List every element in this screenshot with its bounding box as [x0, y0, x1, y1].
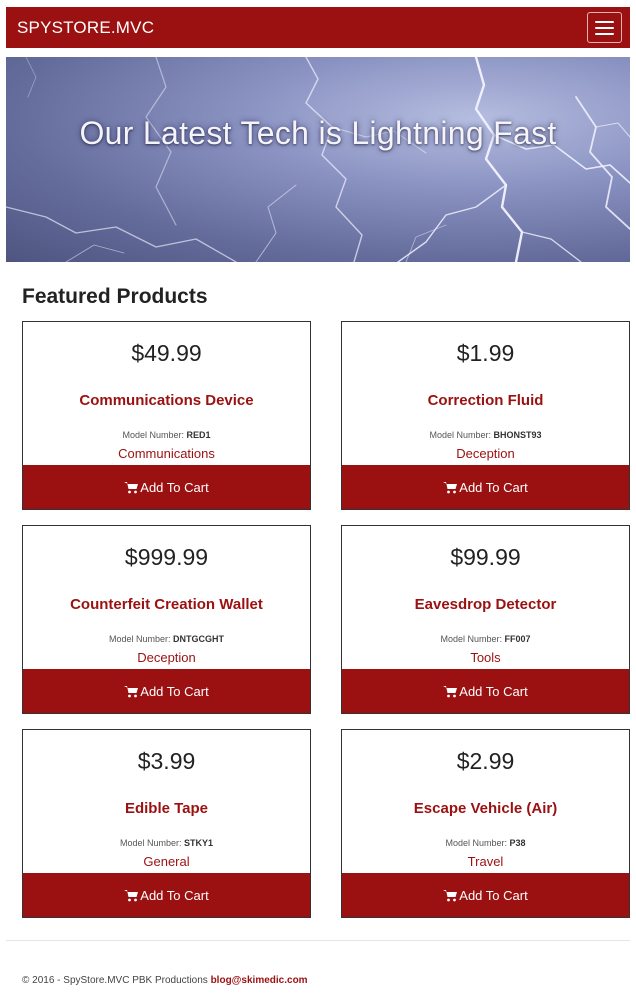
model-label: Model Number: [122, 430, 184, 440]
category-link[interactable]: Deception [23, 650, 310, 665]
shopping-cart-icon [124, 481, 139, 493]
product-name-link[interactable]: Correction Fluid [342, 392, 629, 409]
product-name-link[interactable]: Communications Device [23, 392, 310, 409]
lightning-background-image [6, 57, 630, 262]
shopping-cart-icon [443, 481, 458, 493]
add-to-cart-button[interactable]: Add To Cart [23, 669, 310, 713]
product-card: $999.99 Counterfeit Creation Wallet Mode… [22, 525, 311, 714]
product-name-link[interactable]: Edible Tape [23, 800, 310, 817]
model-number: Model Number: STKY1 [23, 838, 310, 848]
model-number: Model Number: RED1 [23, 430, 310, 440]
model-label: Model Number: [445, 838, 507, 848]
model-value: RED1 [186, 430, 211, 440]
model-label: Model Number: [429, 430, 491, 440]
brand-link[interactable]: SPYSTORE.MVC [17, 18, 154, 38]
product-price: $3.99 [137, 748, 196, 774]
product-name-link[interactable]: Eavesdrop Detector [342, 596, 629, 613]
product-price: $49.99 [131, 340, 202, 366]
add-to-cart-label: Add To Cart [140, 683, 209, 699]
category-link[interactable]: Travel [342, 854, 629, 869]
product-price: $1.99 [456, 340, 515, 366]
product-card: $99.99 Eavesdrop Detector Model Number: … [341, 525, 630, 714]
product-price: $99.99 [450, 544, 521, 570]
model-number: Model Number: FF007 [342, 634, 629, 644]
product-name-link[interactable]: Escape Vehicle (Air) [342, 800, 629, 817]
add-to-cart-label: Add To Cart [459, 887, 528, 903]
shopping-cart-icon [443, 889, 458, 901]
navbar: SPYSTORE.MVC [6, 7, 630, 48]
model-value: BHONST93 [493, 430, 542, 440]
hamburger-icon-bar [595, 20, 614, 23]
hamburger-icon-bar [595, 26, 614, 29]
add-to-cart-button[interactable]: Add To Cart [23, 465, 310, 509]
add-to-cart-label: Add To Cart [140, 887, 209, 903]
shopping-cart-icon [124, 889, 139, 901]
shopping-cart-icon [443, 685, 458, 697]
section-title: Featured Products [22, 285, 208, 308]
model-number: Model Number: P38 [342, 838, 629, 848]
footer-email-link[interactable]: blog@skimedic.com [211, 975, 308, 986]
model-value: DNTGCGHT [173, 634, 225, 644]
model-value: STKY1 [184, 838, 214, 848]
add-to-cart-button[interactable]: Add To Cart [342, 465, 629, 509]
model-number: Model Number: BHONST93 [342, 430, 629, 440]
hamburger-icon-bar [595, 32, 614, 35]
footer-divider [6, 940, 630, 941]
product-card: $1.99 Correction Fluid Model Number: BHO… [341, 321, 630, 510]
product-price: $999.99 [124, 544, 209, 570]
category-link[interactable]: Communications [23, 446, 310, 461]
footer-copyright: © 2016 - SpyStore.MVC PBK Productions [22, 975, 208, 986]
product-card: $49.99 Communications Device Model Numbe… [22, 321, 311, 510]
category-link[interactable]: General [23, 854, 310, 869]
hero-headline: Our Latest Tech is Lightning Fast [79, 115, 557, 151]
shopping-cart-icon [124, 685, 139, 697]
product-card: $3.99 Edible Tape Model Number: STKY1 Ge… [22, 729, 311, 918]
add-to-cart-label: Add To Cart [459, 683, 528, 699]
model-value: FF007 [504, 634, 531, 644]
hero-banner: Our Latest Tech is Lightning Fast [6, 57, 630, 262]
category-link[interactable]: Deception [342, 446, 629, 461]
product-price: $2.99 [456, 748, 515, 774]
add-to-cart-label: Add To Cart [459, 479, 528, 495]
menu-toggle-button[interactable] [587, 12, 622, 43]
product-name-link[interactable]: Counterfeit Creation Wallet [23, 596, 310, 613]
model-value: P38 [509, 838, 526, 848]
add-to-cart-button[interactable]: Add To Cart [342, 873, 629, 917]
product-card: $2.99 Escape Vehicle (Air) Model Number:… [341, 729, 630, 918]
add-to-cart-label: Add To Cart [140, 479, 209, 495]
model-label: Model Number: [108, 634, 171, 644]
footer: © 2016 - SpyStore.MVC PBK Productions bl… [22, 975, 308, 986]
model-number: Model Number: DNTGCGHT [23, 634, 310, 644]
add-to-cart-button[interactable]: Add To Cart [23, 873, 310, 917]
model-label: Model Number: [440, 634, 502, 644]
add-to-cart-button[interactable]: Add To Cart [342, 669, 629, 713]
category-link[interactable]: Tools [342, 650, 629, 665]
model-label: Model Number: [119, 838, 182, 848]
